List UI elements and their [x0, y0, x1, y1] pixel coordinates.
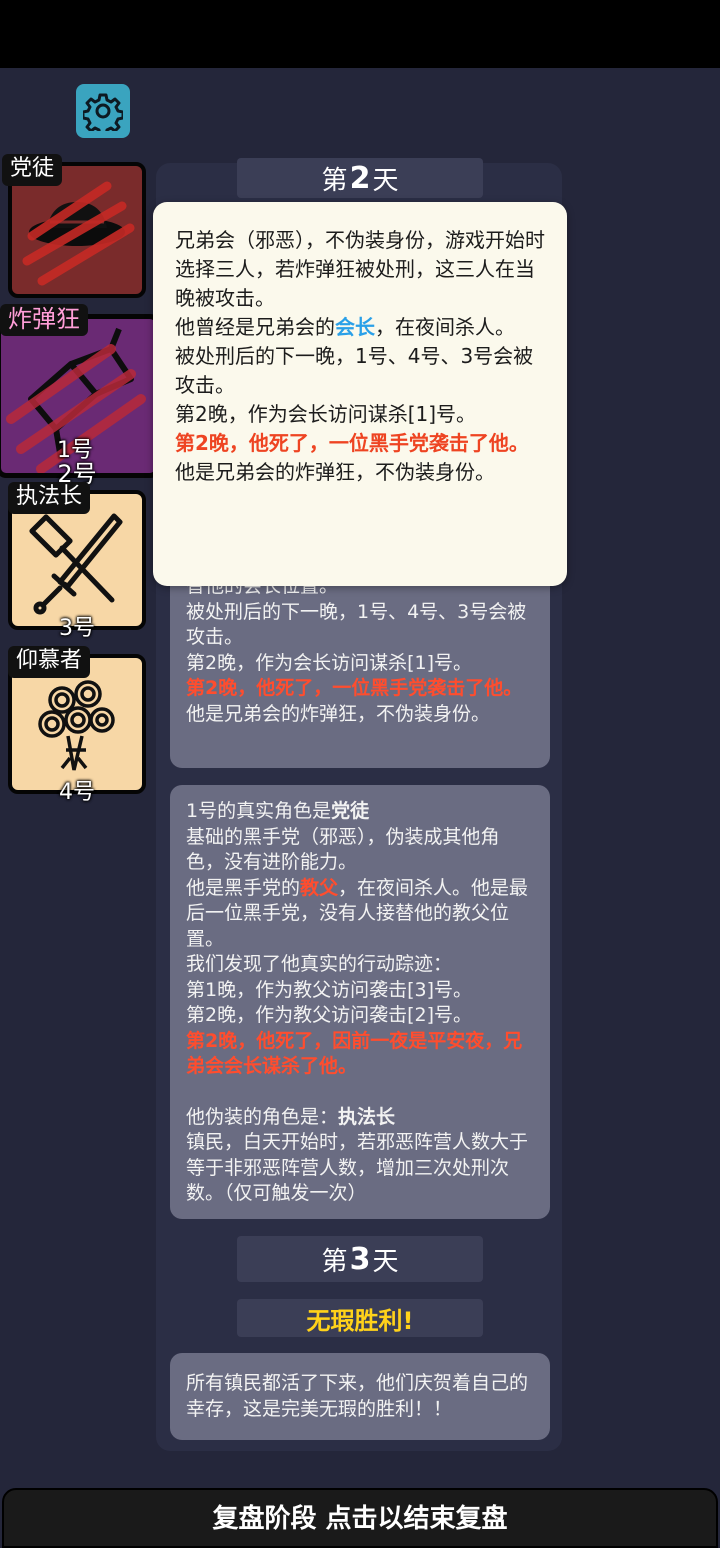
- log-message-partisan: 1号的真实角色是党徒 基础的黑手党（邪恶），伪装成其他角色，没有进阶能力。 他是…: [170, 785, 550, 1219]
- day-suffix: 天: [372, 1246, 399, 1277]
- log-message-final: 所有镇民都活了下来，他们庆贺着自己的幸存，这是完美无瑕的胜利！！: [170, 1353, 550, 1440]
- victory-text: 无瑕胜利!: [306, 1306, 414, 1335]
- tooltip-line: 第2晚，作为会长访问谋杀[1]号。: [175, 402, 477, 426]
- settings-button[interactable]: [76, 84, 130, 138]
- tooltip-line: 他是兄弟会的炸弹狂，不伪装身份。: [175, 460, 495, 484]
- log-line: 第2晚，作为教父访问袭击[2]号。: [186, 1004, 473, 1026]
- tooltip-line: 兄弟会（邪恶），不伪装身份，游戏开始时选择三人，若炸弹狂被处刑，这三人在当晚被攻…: [175, 228, 545, 310]
- role-detail-tooltip[interactable]: 兄弟会（邪恶），不伪装身份，游戏开始时选择三人，若炸弹狂被处刑，这三人在当晚被攻…: [153, 202, 567, 586]
- day-2-header: 第 2 天: [237, 158, 483, 198]
- log-line: 第1晚，作为教父访问袭击[3]号。: [186, 978, 473, 1001]
- log-message-bomber: 替他的会长位置。 被处刑后的下一晚，1号、4号、3号会被攻击。 第2晚，作为会长…: [170, 560, 550, 768]
- end-replay-button[interactable]: 复盘阶段 点击以结束复盘: [2, 1488, 718, 1548]
- log-line: 被处刑后的下一晚，1号、4号、3号会被攻击。: [186, 600, 527, 649]
- log-line: 基础的黑手党（邪恶），伪装成其他角色，没有进阶能力。: [186, 825, 500, 874]
- role-number: 3号: [59, 616, 95, 641]
- day-number: 2: [349, 160, 371, 196]
- role-tag: 党徒: [2, 154, 63, 186]
- log-line: 他伪装的角色是：执法长: [186, 1105, 396, 1128]
- role-card-1[interactable]: 党徒 1号: [0, 152, 150, 463]
- log-line-highlight: 第2晚，他死了，一位黑手党袭击了他。: [186, 677, 523, 699]
- role-tag: 仰慕者: [8, 646, 91, 678]
- tooltip-line-highlight: 第2晚，他死了，一位黑手党袭击了他。: [175, 431, 529, 455]
- day-suffix: 天: [372, 165, 399, 196]
- log-line: 他是兄弟会的炸弹狂，不伪装身份。: [186, 702, 491, 725]
- end-replay-label: 复盘阶段 点击以结束复盘: [212, 1504, 508, 1534]
- log-line-highlight: 第2晚，他死了，因前一夜是平安夜，兄弟会会长谋杀了他。: [186, 1029, 523, 1078]
- day-prefix: 第: [321, 165, 348, 196]
- role-card-4[interactable]: 仰慕者 4号: [0, 646, 150, 805]
- tooltip-line: 他曾经是兄弟会的会长，在夜间杀人。: [175, 315, 515, 339]
- role-card-2[interactable]: 炸弹狂 2号: [0, 304, 162, 488]
- role-tag: 炸弹狂: [0, 304, 88, 336]
- day-number: 3: [349, 1241, 371, 1277]
- day-3-header: 第 3 天: [237, 1236, 483, 1282]
- gear-icon: [83, 93, 123, 131]
- log-line: 镇民，白天开始时，若邪恶阵营人数大于等于非邪恶阵营人数，增加三次处刑次数。（仅可…: [186, 1131, 529, 1204]
- log-line: 所有镇民都活了下来，他们庆贺着自己的幸存，这是完美无瑕的胜利！！: [186, 1372, 529, 1420]
- role-number: 4号: [59, 780, 95, 805]
- role-card-3[interactable]: 执法长 3号: [0, 482, 150, 641]
- log-line: 我们发现了他真实的行动踪迹：: [186, 953, 453, 975]
- log-line: 第2晚，作为会长访问谋杀[1]号。: [186, 651, 473, 674]
- log-line: 1号的真实角色是党徒: [186, 800, 370, 822]
- role-tag: 执法长: [8, 482, 91, 514]
- victory-banner: 无瑕胜利!: [237, 1299, 483, 1337]
- status-bar: [0, 0, 720, 68]
- tooltip-line: 被处刑后的下一晚，1号、4号、3号会被攻击。: [175, 344, 534, 397]
- log-line: 他是黑手党的教父，在夜间杀人。他是最后一位黑手党，没有人接替他的教父位置。: [186, 876, 529, 950]
- day-prefix: 第: [321, 1246, 348, 1277]
